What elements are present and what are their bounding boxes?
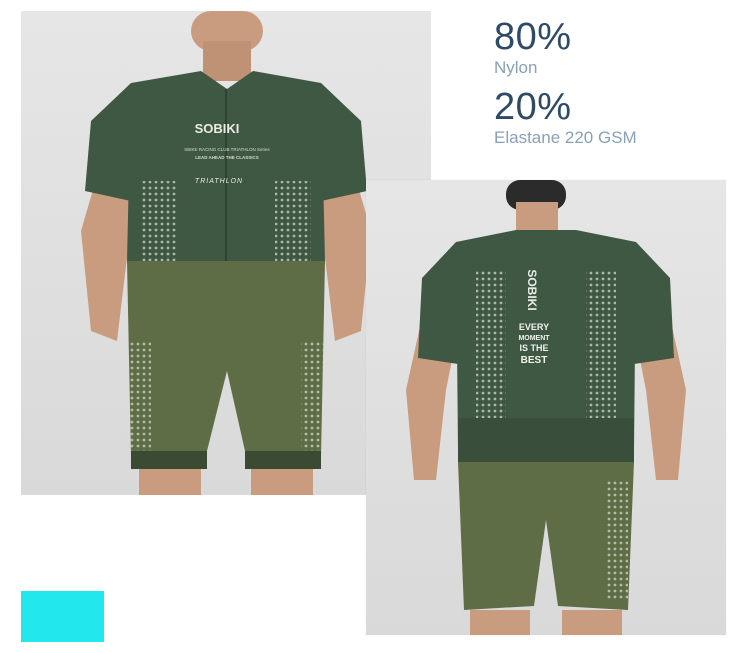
back-model-illustration: SOBIKI EVERY MOMENT IS THE BEST [406,180,686,635]
front-brand-logo: SOBIKI [195,121,240,136]
front-series-text: SBIKE RACING CLUB TRIATHLON Series [184,147,270,152]
back-slogan-line-3: IS THE [519,343,548,353]
fabric-spec-nylon: 80% Nylon [494,18,572,78]
back-brand-logo: SOBIKI [525,269,539,310]
nylon-percentage: 80% [494,16,572,58]
back-slogan-line-2: MOMENT [518,335,550,342]
elastane-percentage: 20% [494,86,572,128]
nylon-label: Nylon [494,58,538,77]
front-tagline-text: LEAD AHEAD THE CLASSICS [195,155,259,160]
accent-color-block [21,591,104,642]
front-triathlon-text: TRIATHLON [195,178,243,185]
elastane-label: Elastane 220 GSM [494,128,637,147]
back-view-photo: SOBIKI EVERY MOMENT IS THE BEST [366,180,726,635]
back-slogan-line-1: EVERY [519,322,549,332]
fabric-spec-elastane: 20% Elastane 220 GSM [494,88,637,148]
back-slogan-line-4: BEST [521,355,548,366]
